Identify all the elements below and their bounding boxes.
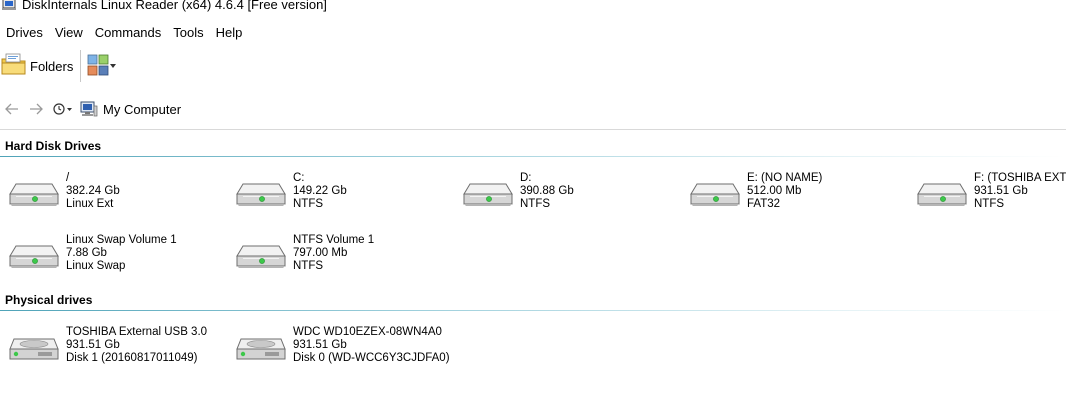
hard-drive-icon	[235, 171, 293, 215]
drive-info: /382.24 Gb Linux Ext	[66, 171, 120, 215]
hard-drive-icon	[916, 171, 974, 215]
physical-drive-item[interactable]: TOSHIBA External USB 3.0 931.51 Gb Disk 1 …	[8, 325, 234, 369]
section-title: Hard Disk Drives	[5, 139, 102, 153]
drive-size: 512.00 Mb	[747, 185, 802, 197]
menu-tools[interactable]: Tools	[167, 22, 209, 44]
back-button[interactable]	[0, 97, 24, 121]
drive-fs: NTFS	[293, 260, 324, 272]
drive-item[interactable]: /382.24 Gb Linux Ext	[8, 171, 234, 215]
drive-item[interactable]: D: 390.88 Gb NTFS	[462, 171, 688, 215]
section-title: Physical drives	[5, 293, 93, 307]
drive-size: 931.51 Gb	[974, 185, 1028, 197]
drive-fs: Disk 0 (WD-WCC6Y3CJDFA0)	[293, 352, 450, 364]
folders-icon	[1, 52, 27, 81]
drive-info: NTFS Volume 1 797.00 Mb NTFS	[293, 233, 374, 277]
physical-disk-icon	[8, 325, 66, 369]
hard-drive-icon	[689, 171, 747, 215]
forward-button[interactable]	[24, 97, 48, 121]
hard-drive-icon	[235, 233, 293, 277]
drive-item[interactable]: NTFS Volume 1 797.00 Mb NTFS	[235, 233, 461, 277]
view-mode-icon	[87, 54, 109, 79]
physical-drive-item[interactable]: WDC WD10EZEX-08WN4A0 931.51 Gb Disk 0 (WD-…	[235, 325, 461, 369]
drive-info: Linux Swap Volume 1 7.88 Gb Linux Swap	[66, 233, 177, 277]
hard-drive-icon	[8, 171, 66, 215]
menu-view[interactable]: View	[49, 22, 89, 44]
section-underline	[0, 156, 1066, 157]
app-icon	[2, 0, 18, 11]
arrow-left-icon	[5, 103, 18, 115]
breadcrumb-label: My Computer	[103, 101, 182, 117]
drive-item[interactable]: E: (NO NAME) 512.00 Mb FAT32	[689, 171, 915, 215]
drive-info: D: 390.88 Gb NTFS	[520, 171, 574, 215]
view-mode-button[interactable]	[87, 52, 117, 80]
section-header-hard-disk-drives: Hard Disk Drives	[0, 135, 1066, 157]
drive-size: 382.24 Gb	[66, 185, 120, 197]
drive-name: /	[66, 172, 70, 184]
hard-drive-icon	[8, 233, 66, 277]
drive-item[interactable]: F: (TOSHIBA EXT) 931.51 Gb NTFS	[916, 171, 1066, 215]
drive-name: TOSHIBA External USB 3.0	[66, 326, 208, 338]
drive-item[interactable]: Linux Swap Volume 1 7.88 Gb Linux Swap	[8, 233, 234, 277]
folders-button[interactable]: Folders	[0, 50, 79, 82]
toolbar-separator	[80, 50, 82, 82]
drive-size: 149.22 Gb	[293, 185, 347, 197]
drive-size: 797.00 Mb	[293, 247, 348, 259]
drive-item[interactable]: C: 149.22 Gb NTFS	[235, 171, 461, 215]
arrow-right-icon	[30, 103, 43, 115]
breadcrumb-my-computer[interactable]: My Computer	[80, 97, 181, 121]
history-icon	[53, 103, 72, 115]
drive-info: TOSHIBA External USB 3.0 931.51 Gb Disk 1 …	[66, 325, 207, 369]
divider	[0, 129, 1066, 130]
section-header-physical-drives: Physical drives	[0, 289, 1066, 311]
drive-fs: Linux Ext	[66, 198, 114, 210]
drive-fs: Linux Swap	[66, 260, 126, 272]
toolbar: Folders	[0, 48, 1066, 84]
drive-name: C:	[293, 172, 305, 184]
drive-name: F: (TOSHIBA EXT)	[974, 172, 1066, 184]
menu-help[interactable]: Help	[210, 22, 249, 44]
chevron-down-icon	[109, 59, 117, 73]
drive-fs: FAT32	[747, 198, 781, 210]
drive-name: WDC WD10EZEX-08WN4A0	[293, 326, 442, 338]
drive-fs: NTFS	[293, 198, 324, 210]
drive-name: E: (NO NAME)	[747, 172, 823, 184]
hard-drive-icon	[462, 171, 520, 215]
drive-info: WDC WD10EZEX-08WN4A0 931.51 Gb Disk 0 (WD-…	[293, 325, 450, 369]
drive-size: 931.51 Gb	[293, 339, 347, 351]
menu-commands[interactable]: Commands	[89, 22, 167, 44]
address-bar: My Computer	[0, 96, 1066, 122]
menu-bar: Drives View Commands Tools Help	[0, 22, 248, 44]
drive-size: 7.88 Gb	[66, 247, 107, 259]
drive-fs: Disk 1 (20160817011049)	[66, 352, 198, 364]
section-underline	[0, 310, 1066, 311]
drive-fs: NTFS	[974, 198, 1005, 210]
drive-info: C: 149.22 Gb NTFS	[293, 171, 347, 215]
menu-drives[interactable]: Drives	[0, 22, 49, 44]
drive-name: NTFS Volume 1	[293, 234, 375, 246]
title-bar: DiskInternals Linux Reader (x64) 4.6.4 […	[0, 0, 1066, 13]
history-button[interactable]	[48, 97, 78, 121]
physical-disk-icon	[235, 325, 293, 369]
folders-label: Folders	[30, 58, 74, 74]
drive-fs: NTFS	[520, 198, 551, 210]
drive-info: F: (TOSHIBA EXT) 931.51 Gb NTFS	[974, 171, 1066, 215]
drive-name: D:	[520, 172, 532, 184]
drive-size: 931.51 Gb	[66, 339, 120, 351]
computer-icon	[80, 101, 98, 117]
window-title: DiskInternals Linux Reader (x64) 4.6.4 […	[22, 0, 327, 12]
drive-name: Linux Swap Volume 1	[66, 234, 177, 246]
drive-size: 390.88 Gb	[520, 185, 574, 197]
drive-info: E: (NO NAME) 512.00 Mb FAT32	[747, 171, 822, 215]
